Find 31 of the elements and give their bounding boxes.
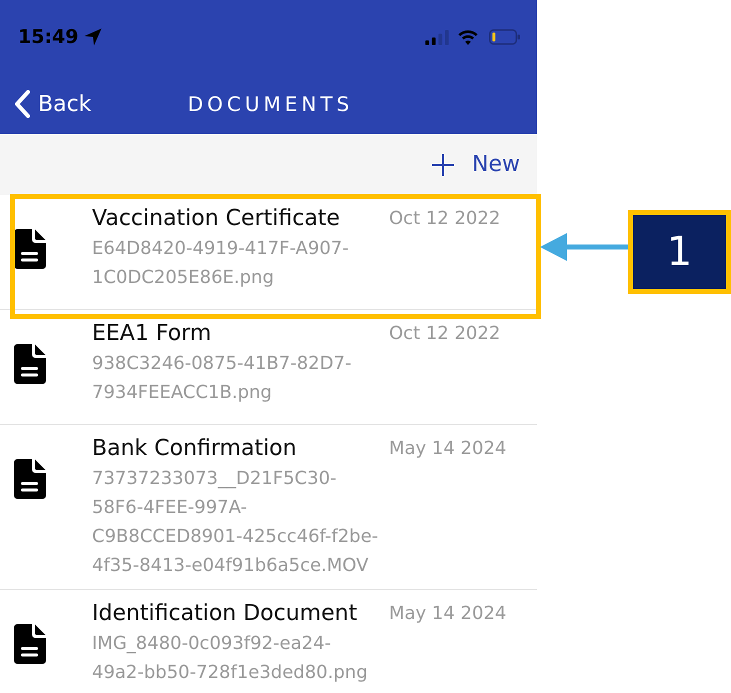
- signal-icon: [425, 30, 450, 44]
- callout-number: 1: [628, 210, 731, 294]
- file-name: IMG_8480-0c093f92-ea24- 49a2-bb50-728f1e3ded80.png: [92, 632, 369, 685]
- plus-icon: [432, 154, 454, 176]
- document-title: Identification Document: [92, 600, 358, 628]
- document-icon: [14, 459, 46, 499]
- document-row[interactable]: Identification Document IMG_8480-0c093f92-ea24- 49a2-bb50-728f1e3ded80.png May 14 2024: [0, 590, 537, 693]
- document-title: Vaccination Certificate: [92, 205, 341, 233]
- document-icon: [14, 624, 46, 664]
- document-date: Oct 12 2022: [389, 207, 500, 231]
- document-icon: [14, 229, 46, 269]
- status-time: 15:49: [18, 26, 78, 48]
- file-name: 73737233073__D21F5C30- 58F6-4FEE-997A- C9B8CCED8901-425cc46f-f2be- 4f35-8413-e04f91b6a5ce.MOV: [92, 467, 380, 578]
- document-date: Oct 12 2022: [389, 322, 500, 346]
- wifi-icon: [458, 30, 478, 44]
- chevron-icon: [13, 89, 31, 119]
- file-name: E64D8420-4919-417F-A907- 1C0DC205E86E.png: [92, 237, 350, 290]
- page-title: DOCUMENTS: [186, 92, 354, 116]
- document-row[interactable]: Vaccination Certificate E64D8420-4919-417F-A907- 1C0DC205E86E.png Oct 12 2022: [0, 195, 537, 310]
- back-button[interactable]: Back: [0, 89, 92, 119]
- new-button[interactable]: New: [432, 152, 520, 177]
- document-title: Bank Confirmation: [92, 435, 298, 463]
- document-row[interactable]: EEA1 Form 938C3246-0875-41B7-82D7- 7934FEEACC1B.png Oct 12 2022: [0, 310, 537, 425]
- document-row[interactable]: Bank Confirmation 73737233073__D21F5C30- 58F6-4FEE-997A- C9B8CCED8901-425cc46f-f2be- 4f35-8413-e04f91b6a5ce.MOV May 14 2024: [0, 425, 537, 590]
- document-date: May 14 2024: [389, 437, 506, 461]
- document-title: EEA1 Form: [92, 320, 212, 348]
- document-date: May 14 2024: [389, 602, 506, 626]
- location-arrow-icon: [84, 28, 102, 46]
- file-name: 938C3246-0875-41B7-82D7- 7934FEEACC1B.png: [92, 352, 352, 405]
- battery-icon: [489, 29, 520, 45]
- document-icon: [14, 344, 46, 384]
